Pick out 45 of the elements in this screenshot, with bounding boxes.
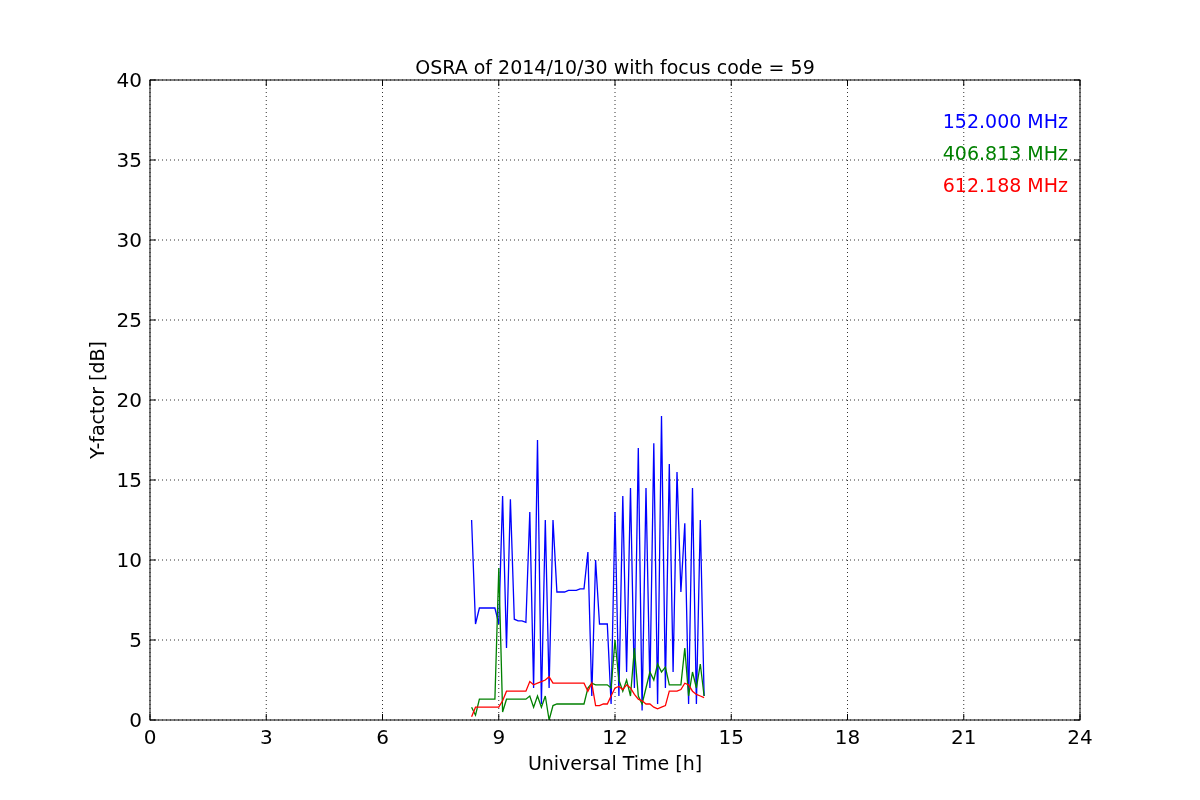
tick-label: 21 xyxy=(951,725,977,749)
tick-label: 40 xyxy=(116,68,142,92)
chart-title: OSRA of 2014/10/30 with focus code = 59 xyxy=(415,56,815,78)
tick-label: 10 xyxy=(116,548,142,572)
legend-label: 152.000 MHz xyxy=(942,110,1068,132)
tick-mark xyxy=(847,79,848,87)
tick-label: 6 xyxy=(376,725,389,749)
tick-mark xyxy=(730,79,732,87)
tick-mark xyxy=(149,479,157,481)
tick-label: 30 xyxy=(116,228,142,252)
x-axis-label: Universal Time [h] xyxy=(527,752,703,774)
tick-mark xyxy=(1073,399,1081,401)
legend-label: 406.813 MHz xyxy=(942,142,1068,164)
tick-label: 9 xyxy=(492,725,506,749)
tick-mark xyxy=(149,239,157,241)
tick-mark xyxy=(149,399,157,401)
tick-label: 18 xyxy=(834,725,861,749)
tick-mark xyxy=(1073,239,1081,241)
tick-label: 12 xyxy=(602,725,628,749)
tick-mark xyxy=(1073,639,1081,641)
tick-mark xyxy=(963,79,965,87)
tick-mark xyxy=(149,319,157,321)
legend-label: 612.188 MHz xyxy=(942,174,1068,196)
tick-mark xyxy=(149,559,157,561)
tick-mark xyxy=(1073,319,1081,321)
tick-label: 24 xyxy=(1067,725,1093,749)
tick-mark xyxy=(1073,479,1081,481)
tick-mark xyxy=(265,79,267,87)
tick-mark xyxy=(614,79,616,87)
tick-label: 5 xyxy=(129,628,142,652)
tick-mark xyxy=(382,79,383,87)
tick-mark xyxy=(149,639,157,641)
y-axis-label: Y-factor [dB] xyxy=(86,341,108,459)
tick-label: 35 xyxy=(116,148,142,172)
tick-label: 20 xyxy=(116,388,142,412)
tick-mark xyxy=(1073,559,1081,561)
tick-label: 15 xyxy=(116,468,142,492)
tick-mark xyxy=(149,159,157,161)
tick-label: 3 xyxy=(259,725,273,749)
tick-mark xyxy=(1073,159,1081,161)
tick-label: 0 xyxy=(129,708,142,732)
tick-label: 0 xyxy=(143,725,157,749)
tick-mark xyxy=(498,79,500,87)
tick-label: 15 xyxy=(718,725,744,749)
tick-label: 25 xyxy=(116,308,142,332)
